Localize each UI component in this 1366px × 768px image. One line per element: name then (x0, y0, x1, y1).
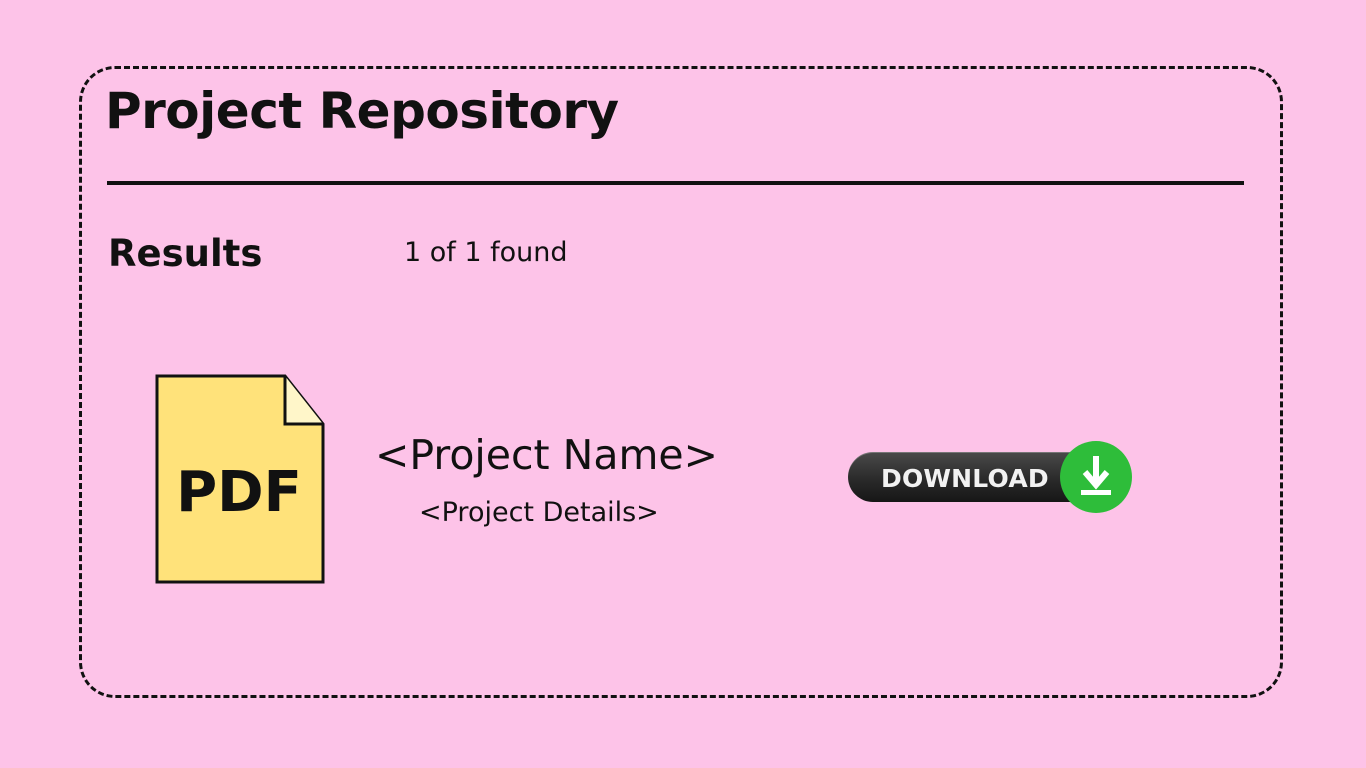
download-arrow-icon[interactable] (1060, 441, 1132, 513)
page-title: Project Repository (105, 82, 619, 140)
pdf-file-type-label: PDF (176, 460, 302, 525)
title-divider (107, 181, 1244, 185)
results-heading: Results (108, 232, 263, 275)
project-name[interactable]: <Project Name> (375, 430, 718, 480)
download-button[interactable]: DOWNLOAD (848, 440, 1133, 515)
result-count: 1 of 1 found (404, 237, 568, 268)
project-details: <Project Details> (419, 497, 659, 528)
download-button-label: DOWNLOAD (881, 464, 1049, 493)
